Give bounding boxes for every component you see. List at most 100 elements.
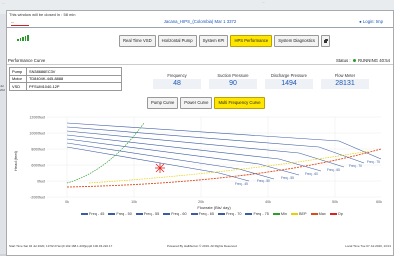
legend-item: BEP — [290, 212, 307, 216]
legend-swatch — [272, 213, 280, 215]
table-row: VSD PFSUM1040-12P — [9, 82, 122, 91]
op-point-icon — [155, 163, 165, 173]
tab-system-kpi[interactable]: System KPI — [198, 35, 229, 47]
legend-label: Freq - 45 — [89, 212, 105, 216]
metric-discharge-pressure: Discharge Pressure 1494 — [265, 73, 313, 89]
status-value: RUNNING — [357, 58, 379, 63]
legend-swatch — [329, 213, 337, 215]
section-title: Performance Curve — [8, 58, 46, 63]
background-red-text: ... — [262, 0, 265, 4]
metric-label: Suction Pressure — [217, 73, 249, 78]
equipment-info-table: Pump SN38686EC3V Motor TD8404K-445-8888 VS… — [9, 67, 122, 91]
tab-real-time-vsd[interactable]: Real Time VSD — [119, 35, 156, 47]
metric-frequency: Frequency 48 — [153, 73, 201, 89]
legend-swatch — [108, 213, 116, 215]
legend-swatch — [190, 213, 198, 215]
background-strip-text: ... — [2, 1, 5, 5]
legend-label: Op — [337, 212, 343, 216]
footer-local-time: Local Time Tue 07 Jul 2020, 13:01 — [345, 244, 391, 248]
metric-label: Flow Meter — [334, 73, 356, 78]
curve-label: Freq - 55 — [281, 176, 294, 180]
tab-hps-performance[interactable]: HPS Performance — [230, 35, 273, 47]
info-key: Pump — [9, 67, 27, 76]
session-warning: This window will be closed in : 58 min — [9, 12, 76, 17]
multi-frequency-chart: 12000feet 10000feet 8000feet 6000feet 0f… — [13, 116, 382, 211]
page-title: Jacana_HIPS_(Colombia) Mar 1 3372 — [163, 19, 237, 24]
y-tick-label: 6000feet — [31, 164, 45, 168]
curve-label: Freq - 75 — [367, 160, 380, 164]
legend-label: Min — [280, 212, 287, 216]
legend-item: Freq - 55 — [135, 212, 160, 216]
x-tick-label: 40k — [265, 200, 271, 204]
curve-label: Freq - 50 — [257, 179, 270, 183]
info-value: SN38686EC3V — [26, 67, 122, 76]
app-window: This window will be closed in : 58 min —… — [6, 10, 394, 256]
y-tick-label: 8000feet — [31, 148, 45, 152]
curve-freq-50 — [66, 142, 275, 180]
login-user[interactable]: ● Login: tmp — [359, 19, 383, 24]
curve-label: Freq - 65 — [327, 168, 340, 172]
legend-swatch — [310, 213, 318, 215]
curve-selector: Pump Curve Power Curve Multi Frequency C… — [147, 97, 265, 109]
footer-start-time: Start Time Sat 04 Jul 2020, 13:52:27am(0… — [9, 244, 113, 248]
legend-item: Freq - 50 — [108, 212, 132, 216]
x-tick-label: 20k — [198, 200, 204, 204]
x-tick-label: 50k — [332, 200, 338, 204]
curve-freq-55 — [66, 138, 300, 176]
y-tick-label: 10000feet — [29, 132, 45, 136]
metric-value: 1494 — [265, 79, 313, 89]
legend-item: Freq - 75 — [245, 212, 269, 216]
legend-label: Freq - 50 — [116, 212, 132, 216]
chart-legend: Freq - 45 Freq - 50 Freq - 55 Freq - 60 Freq… — [81, 212, 343, 216]
legend-item: Op — [329, 212, 343, 216]
info-key: VSD — [9, 82, 27, 91]
info-key: Motor — [9, 74, 27, 83]
login-label: Login: tmp — [362, 19, 383, 24]
legend-swatch — [81, 213, 88, 215]
curve-freq-45 — [66, 146, 250, 182]
metric-suction-pressure: Suction Pressure 90 — [209, 73, 257, 89]
frequency-curves — [66, 122, 382, 182]
metric-label: Discharge Pressure — [271, 73, 307, 78]
legend-label: BEP — [298, 212, 307, 216]
legend-swatch — [218, 213, 226, 215]
x-axis-label: Flowrate (Bls/ day) — [197, 205, 231, 210]
x-tick-label: 10k — [131, 200, 137, 204]
table-row: Pump SN38686EC3V — [9, 67, 122, 76]
info-value: PFSUM1040-12P — [26, 82, 122, 91]
pump-curve-button[interactable]: Pump Curve — [147, 97, 179, 109]
legend-label: Freq - 60 — [171, 212, 187, 216]
legend-label: Freq - 70 — [226, 212, 242, 216]
multi-frequency-curve-button[interactable]: Multi Frequency Curve — [214, 97, 265, 109]
tab-horizontal-pump[interactable]: Horizontal Pump — [157, 35, 197, 47]
metric-value: 90 — [209, 79, 257, 89]
status-label: Status : — [335, 58, 351, 63]
legend-swatch — [163, 213, 171, 215]
power-curve-button[interactable]: Power Curve — [180, 97, 213, 109]
legend-swatch — [245, 213, 253, 215]
curve-label: Freq - 45 — [235, 182, 248, 186]
y-tick-label: 12000feet — [29, 116, 45, 120]
lock-button[interactable] — [321, 35, 330, 47]
status-indicator: Status : RUNNING 40:54 — [336, 58, 390, 63]
metric-flow-meter: Flow Meter 28131 — [321, 73, 369, 89]
legend-item: Min — [272, 212, 287, 216]
y-axis-label: Head (feet) — [13, 150, 18, 171]
legend-item: Max — [310, 212, 326, 216]
metric-value: 48 — [153, 79, 201, 89]
curve-freq-75 — [66, 122, 382, 160]
curve-label: Freq - 70 — [349, 164, 362, 168]
x-tick-label: 60k — [376, 200, 382, 204]
x-tick-label: 0k — [65, 200, 69, 204]
legend-item: Freq - 45 — [81, 212, 104, 216]
metric-label: Frequency — [167, 73, 187, 78]
y-tick-label: 0feet — [37, 180, 45, 184]
curve-label: Freq - 60 — [305, 172, 318, 176]
legend-label: Freq - 55 — [143, 212, 160, 216]
signal-icon — [17, 35, 29, 41]
legend-item: Freq - 60 — [163, 212, 187, 216]
metric-value: 28131 — [321, 79, 369, 89]
tab-system-diagnostics[interactable]: System Diagnostics — [274, 35, 319, 47]
table-row: Motor TD8404K-445-8888 — [9, 74, 122, 83]
lock-icon — [324, 39, 328, 43]
